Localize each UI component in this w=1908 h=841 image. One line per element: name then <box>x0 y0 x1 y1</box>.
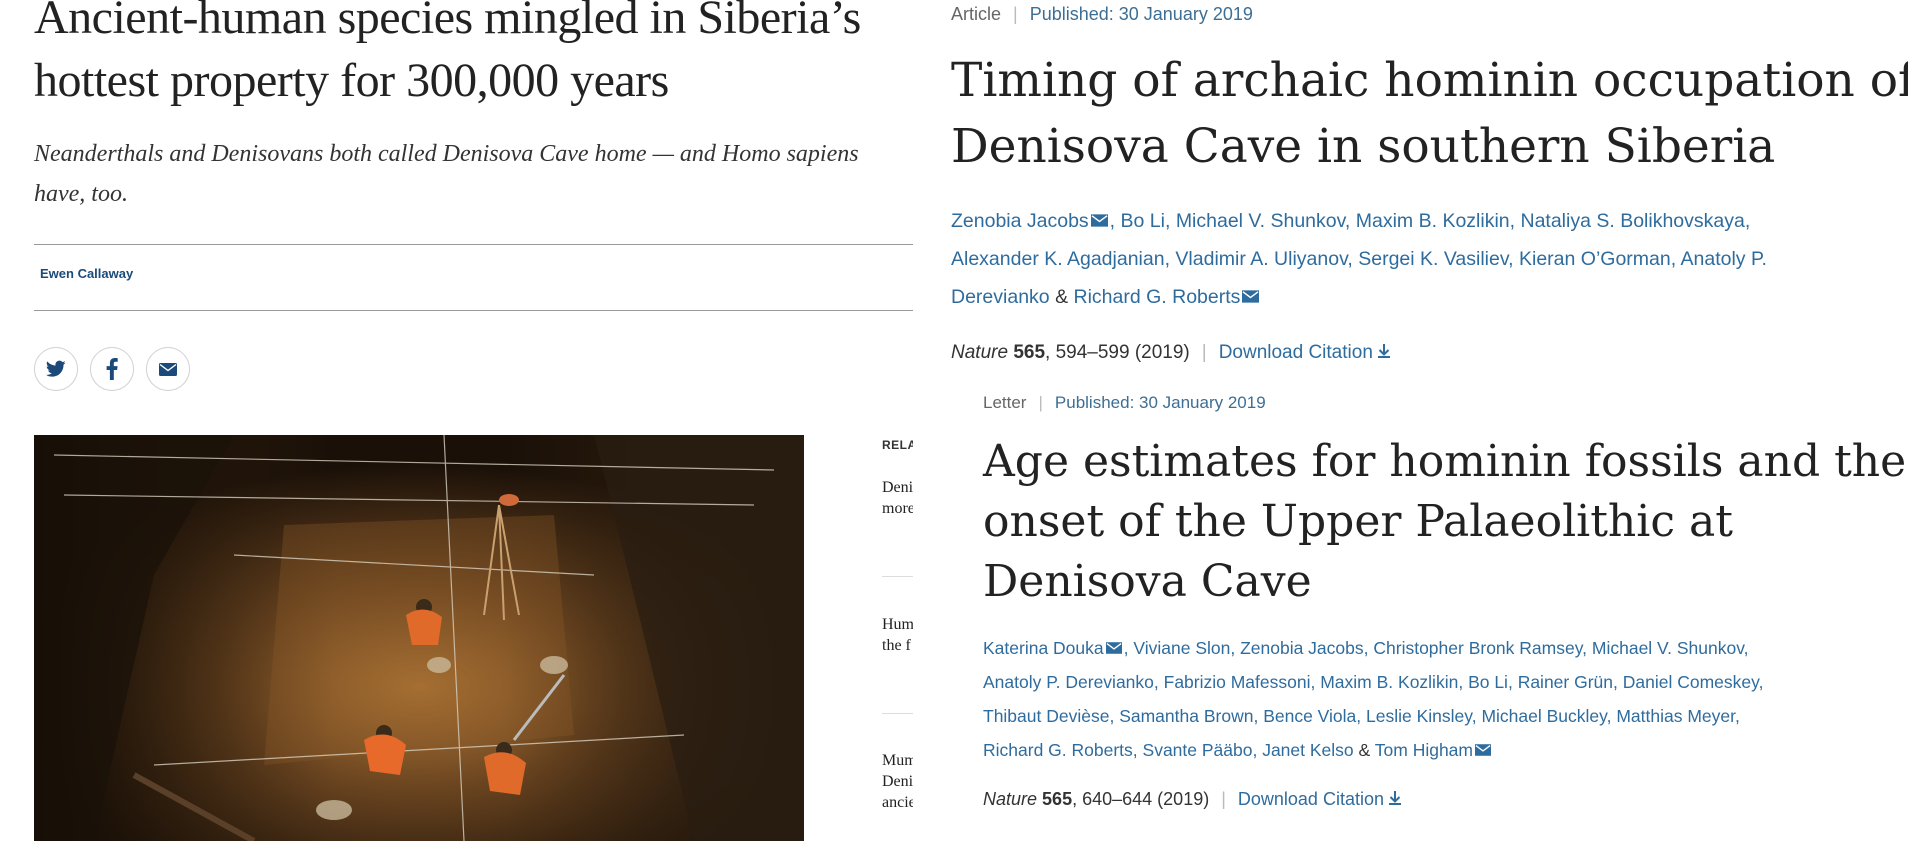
author-link[interactable]: Daniel Comeskey <box>1623 672 1759 692</box>
published-date: Published: 30 January 2019 <box>1054 393 1266 412</box>
pages: , 594–599 (2019) <box>1045 342 1190 363</box>
article2-title[interactable]: Age estimates for hominin fossils and th… <box>983 432 1906 612</box>
author-link[interactable]: Tom Higham <box>1375 740 1473 760</box>
author-link[interactable]: Leslie Kinsley <box>1366 706 1472 726</box>
email-icon[interactable] <box>1090 214 1108 227</box>
divider <box>34 244 913 245</box>
author-link[interactable]: Samantha Brown <box>1119 706 1253 726</box>
email-icon <box>159 362 177 376</box>
article2-citation: Nature 565, 640–644 (2019) | Download Cita… <box>983 789 1401 810</box>
share-twitter-button[interactable] <box>34 347 78 391</box>
standfirst-line-1: Neanderthals and Denisovans both called … <box>34 141 859 167</box>
author-link[interactable]: Alexander K. Agadjanian <box>951 248 1165 270</box>
author-link[interactable]: Maxim B. Kozlikin <box>1320 672 1458 692</box>
share-email-button[interactable] <box>146 347 190 391</box>
author-link[interactable]: Sergei K. Vasiliev <box>1358 248 1508 270</box>
author-link[interactable]: Thibaut Devièse <box>983 706 1109 726</box>
facebook-icon <box>106 358 118 380</box>
author-link[interactable]: Katerina Douka <box>983 638 1104 658</box>
download-citation-link[interactable]: Download Citation <box>1238 789 1401 809</box>
author-link[interactable]: Richard G. Roberts <box>983 740 1133 760</box>
author-link[interactable]: Christopher Bronk Ramsey <box>1373 638 1582 658</box>
author-link[interactable]: Ewen Callaway <box>40 266 133 281</box>
article1-citation: Nature 565, 594–599 (2019) | Download Cita… <box>951 342 1391 364</box>
email-icon[interactable] <box>1105 642 1122 654</box>
author-link[interactable]: Anatoly P. <box>1681 248 1767 270</box>
download-icon <box>1389 791 1401 805</box>
divider <box>882 576 913 577</box>
article2-authors: Katerina Douka, Viviane Slon, Zenobia Ja… <box>983 638 1764 760</box>
related-item[interactable]: Humans the f <box>882 614 913 656</box>
author-link[interactable]: Bo Li <box>1468 672 1508 692</box>
article1-meta: Article | Published: 30 January 2019 <box>951 4 1253 24</box>
author-link[interactable]: Bence Viola <box>1263 706 1356 726</box>
author-link[interactable]: Viviane Slon <box>1133 638 1230 658</box>
author-link[interactable]: Richard G. Roberts <box>1074 286 1241 308</box>
article-type: Letter <box>983 393 1027 412</box>
published-date: Published: 30 January 2019 <box>1029 4 1253 24</box>
pages: , 640–644 (2019) <box>1072 789 1210 809</box>
standfirst: Neanderthals and Denisovans both called … <box>34 134 913 214</box>
author-link[interactable]: Fabrizio Mafessoni <box>1164 672 1311 692</box>
author-link[interactable]: Rainer Grün <box>1518 672 1613 692</box>
author-link[interactable]: Svante Pääbo <box>1143 740 1253 760</box>
share-facebook-button[interactable] <box>90 347 134 391</box>
news-headline: Ancient-human species mingled in Siberia… <box>34 0 913 112</box>
download-citation-link[interactable]: Download Citation <box>1219 342 1391 363</box>
cave-excavation-photo <box>34 435 804 841</box>
author-link[interactable]: Vladimir A. Uliyanov <box>1175 248 1347 270</box>
author-link[interactable]: Derevianko <box>951 286 1050 308</box>
author-link[interactable]: Maxim B. Kozlikin <box>1356 210 1510 232</box>
related-item[interactable]: Mum Denis ancie <box>882 750 913 813</box>
author-link[interactable]: Michael V. Shunkov <box>1592 638 1744 658</box>
divider <box>882 713 913 714</box>
news-article-panel: Ancient-human species mingled in Siberia… <box>0 0 913 841</box>
article1-title[interactable]: Timing of archaic hominin occupation of … <box>951 48 1908 180</box>
journal-name: Nature <box>983 789 1038 809</box>
headline-line-2: hottest property for 300,000 years <box>34 54 669 107</box>
author-link[interactable]: Zenobia Jacobs <box>951 210 1089 232</box>
author-link[interactable]: Bo Li <box>1121 210 1165 232</box>
search-results-panel: Article | Published: 30 January 2019 Timin… <box>913 0 1908 841</box>
author-link[interactable]: Michael V. Shunkov <box>1176 210 1345 232</box>
article-type: Article <box>951 4 1002 24</box>
related-heading: RELATED <box>882 438 913 452</box>
email-icon[interactable] <box>1242 290 1260 303</box>
author-link[interactable]: Zenobia Jacobs <box>1240 638 1364 658</box>
download-icon <box>1378 344 1391 358</box>
author-link[interactable]: Anatoly P. Derevianko <box>983 672 1154 692</box>
divider <box>34 310 913 311</box>
related-item[interactable]: Denisovan more <box>882 477 913 519</box>
author-link[interactable]: Kieran O’Gorman <box>1519 248 1671 270</box>
author-link[interactable]: Michael Buckley <box>1481 706 1606 726</box>
email-icon[interactable] <box>1475 744 1491 756</box>
headline-line-1: Ancient-human species mingled in Siberia… <box>34 0 861 44</box>
author-link[interactable]: Janet Kelso <box>1262 740 1353 760</box>
author-link[interactable]: Nataliya S. Bolikhovskaya <box>1520 210 1744 232</box>
article2-meta: Letter | Published: 30 January 2019 <box>983 393 1266 412</box>
twitter-icon <box>46 360 66 377</box>
article1-authors: Zenobia Jacobs, Bo Li, Michael V. Shunko… <box>951 210 1767 308</box>
volume: 565 <box>1042 789 1073 809</box>
author-link[interactable]: Matthias Meyer <box>1616 706 1735 726</box>
volume: 565 <box>1013 342 1046 363</box>
standfirst-line-2: have, too. <box>34 181 128 207</box>
journal-name: Nature <box>951 342 1009 363</box>
